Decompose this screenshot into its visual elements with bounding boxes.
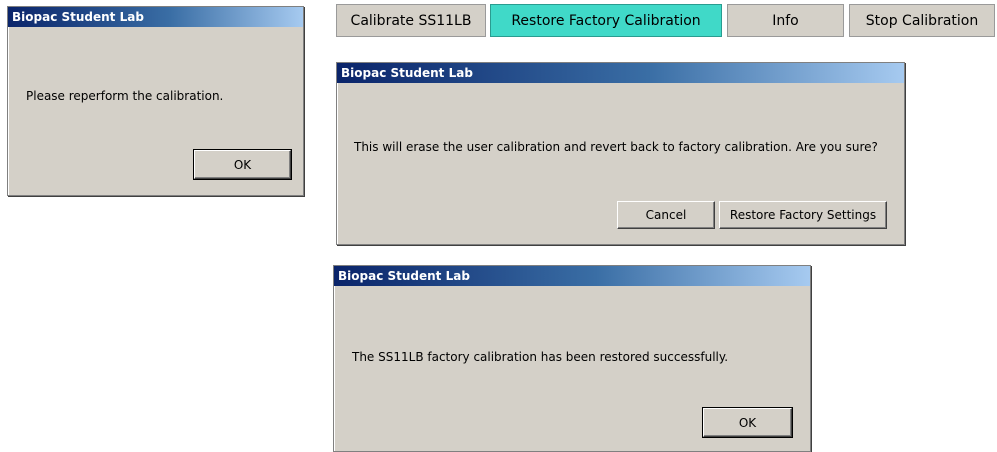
stop-calibration-button[interactable]: Stop Calibration: [849, 4, 995, 37]
dialog-title: Biopac Student Lab: [12, 10, 144, 24]
restore-factory-calibration-button[interactable]: Restore Factory Calibration: [490, 4, 722, 37]
ok-button[interactable]: OK: [193, 149, 292, 180]
dialog-title-bar: Biopac Student Lab: [337, 63, 904, 83]
dialog-title-bar: Biopac Student Lab: [8, 7, 303, 27]
calibrate-ss11lb-button[interactable]: Calibrate SS11LB: [336, 4, 486, 37]
dialog-message: Please reperform the calibration.: [26, 89, 224, 103]
cancel-button[interactable]: Cancel: [617, 201, 715, 229]
dialog-title-bar: Biopac Student Lab: [334, 266, 810, 286]
ok-button[interactable]: OK: [702, 407, 793, 438]
confirm-restore-dialog: Biopac Student Lab This will erase the u…: [336, 62, 905, 245]
dialog-title: Biopac Student Lab: [341, 66, 473, 80]
restore-factory-settings-button[interactable]: Restore Factory Settings: [719, 201, 887, 229]
restore-success-dialog: Biopac Student Lab The SS11LB factory ca…: [333, 265, 811, 452]
dialog-title: Biopac Student Lab: [338, 269, 470, 283]
info-button[interactable]: Info: [727, 4, 844, 37]
dialog-message: This will erase the user calibration and…: [354, 140, 878, 154]
dialog-message: The SS11LB factory calibration has been …: [352, 350, 729, 364]
reperform-dialog: Biopac Student Lab Please reperform the …: [7, 6, 304, 196]
